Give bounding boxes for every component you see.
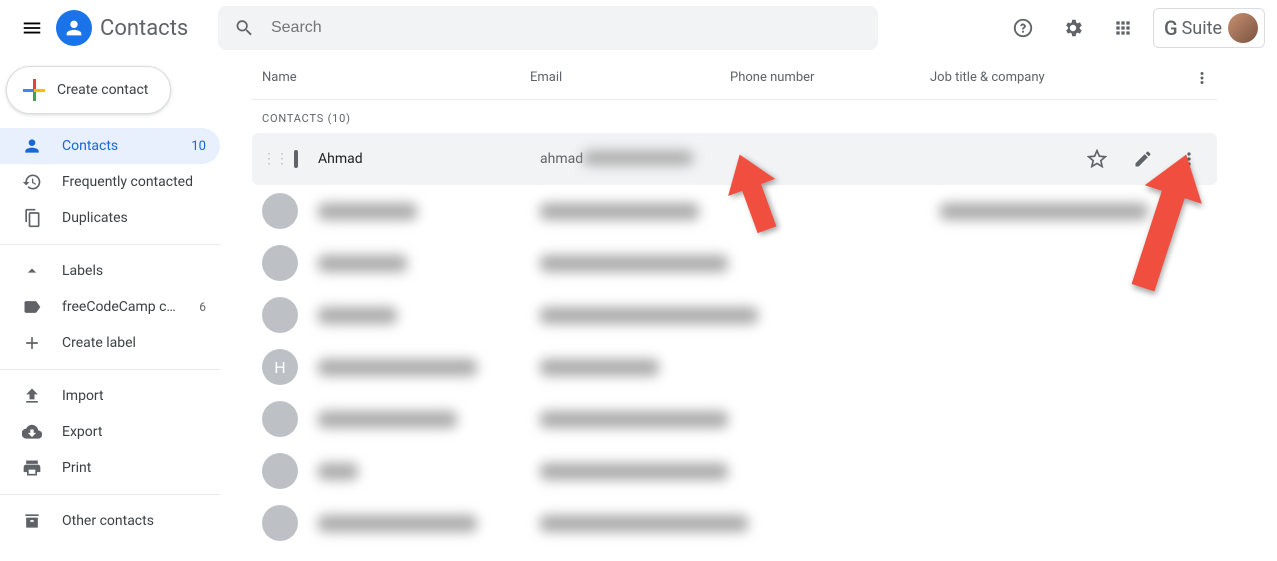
column-header-email[interactable]: Email [530, 70, 730, 85]
contact-email-redacted: █████████████████████ [540, 515, 748, 532]
print-icon [22, 458, 42, 478]
contact-name-redacted: ████████ [318, 307, 397, 324]
app-header: Contacts G Suite [0, 0, 1277, 56]
sidebar-export[interactable]: Export [0, 414, 220, 450]
app-title: Contacts [100, 16, 188, 41]
label-icon [22, 297, 42, 317]
duplicates-icon [22, 208, 42, 228]
sidebar-create-label[interactable]: Create label [0, 325, 220, 361]
contact-email-redacted [583, 151, 693, 165]
sidebar-labels-header[interactable]: Labels [0, 253, 220, 289]
table-row[interactable]: ████ ███████████████████ [252, 445, 1217, 497]
upload-icon [22, 386, 42, 406]
settings-button[interactable] [1053, 8, 1093, 48]
contact-avatar [262, 297, 298, 333]
contact-name-redacted: █████████ [318, 255, 407, 272]
sidebar-other-contacts[interactable]: Other contacts [0, 503, 220, 539]
star-icon [1087, 149, 1107, 169]
sidebar-item-frequently-contacted[interactable]: Frequently contacted [0, 164, 220, 200]
plus-small-icon [22, 333, 42, 353]
search-icon [234, 17, 255, 39]
help-icon [1012, 17, 1034, 39]
divider [0, 369, 220, 370]
contact-avatar [262, 505, 298, 541]
menu-icon [21, 17, 43, 39]
contact-email-redacted: ██████████████████████ [540, 307, 758, 324]
app-logo[interactable]: Contacts [56, 10, 188, 46]
contact-avatar [262, 453, 298, 489]
apps-button[interactable] [1103, 8, 1143, 48]
contact-name-redacted: ████████████████ [318, 515, 477, 532]
row-select[interactable]: ⋮⋮ [262, 150, 298, 168]
gsuite-g: G [1164, 16, 1178, 40]
sidebar-print[interactable]: Print [0, 450, 220, 486]
contact-job-redacted: █████████████████████ [940, 203, 1148, 220]
table-row[interactable]: H ████████████████ ████████████ [252, 341, 1217, 393]
more-vert-icon [1193, 69, 1211, 87]
contact-name: Ahmad [318, 151, 363, 167]
table-row[interactable]: ████████ ██████████████████████ [252, 289, 1217, 341]
chevron-up-icon [22, 261, 42, 281]
account-avatar[interactable] [1228, 13, 1258, 43]
checkbox[interactable] [294, 150, 298, 168]
apps-grid-icon [1113, 18, 1133, 38]
contact-avatar [262, 401, 298, 437]
archive-icon [22, 511, 42, 531]
column-header-phone[interactable]: Phone number [730, 70, 930, 85]
contact-avatar [262, 193, 298, 229]
history-icon [22, 172, 42, 192]
contact-email: ahmad [540, 151, 583, 167]
contact-name-redacted: ██████████ [318, 203, 417, 220]
create-contact-label: Create contact [57, 82, 148, 98]
gsuite-account-switcher[interactable]: G Suite [1153, 8, 1265, 48]
table-header: Name Email Phone number Job title & comp… [252, 56, 1217, 100]
cloud-download-icon [22, 422, 42, 442]
column-header-job[interactable]: Job title & company [930, 70, 1187, 85]
search-input[interactable] [271, 19, 862, 37]
sidebar: Create contact Contacts 10 Frequently co… [0, 56, 244, 561]
star-button[interactable] [1077, 139, 1117, 179]
table-row[interactable]: ██████████████ ███████████████████ [252, 393, 1217, 445]
gear-icon [1062, 17, 1084, 39]
sidebar-label-freecodecamp[interactable]: freeCodeCamp core t... 6 [0, 289, 220, 325]
column-header-name[interactable]: Name [252, 70, 530, 85]
contact-avatar: H [262, 349, 298, 385]
drag-handle-icon[interactable]: ⋮⋮ [262, 151, 288, 167]
sidebar-item-duplicates[interactable]: Duplicates [0, 200, 220, 236]
contact-name-redacted: ████████████████ [318, 359, 477, 376]
contact-name-redacted: ██████████████ [318, 411, 457, 428]
help-button[interactable] [1003, 8, 1043, 48]
column-settings-button[interactable] [1187, 58, 1217, 98]
create-contact-button[interactable]: Create contact [6, 66, 171, 114]
hamburger-menu-button[interactable] [12, 8, 52, 48]
contacts-logo-icon [56, 10, 92, 46]
contact-email-redacted: ███████████████████ [540, 411, 728, 428]
table-row[interactable]: █████████ ███████████████████ [252, 237, 1217, 289]
contact-email-redacted: ████████████████ [540, 203, 699, 220]
divider [0, 494, 220, 495]
divider [0, 244, 220, 245]
search-bar[interactable] [218, 6, 878, 50]
contact-email-redacted: ████████████ [540, 359, 659, 376]
header-actions: G Suite [1003, 8, 1265, 48]
contact-avatar [262, 245, 298, 281]
main-content: Name Email Phone number Job title & comp… [244, 56, 1277, 561]
contact-email-redacted: ███████████████████ [540, 463, 728, 480]
contact-name-redacted: ████ [318, 463, 358, 480]
contact-email-redacted: ███████████████████ [540, 255, 728, 272]
gsuite-suite: Suite [1182, 18, 1222, 39]
sidebar-import[interactable]: Import [0, 378, 220, 414]
plus-icon [23, 79, 45, 101]
table-row[interactable]: ████████████████ █████████████████████ [252, 497, 1217, 549]
section-label-contacts: CONTACTS (10) [252, 100, 1217, 133]
person-icon [22, 136, 42, 156]
sidebar-item-contacts[interactable]: Contacts 10 [0, 128, 220, 164]
